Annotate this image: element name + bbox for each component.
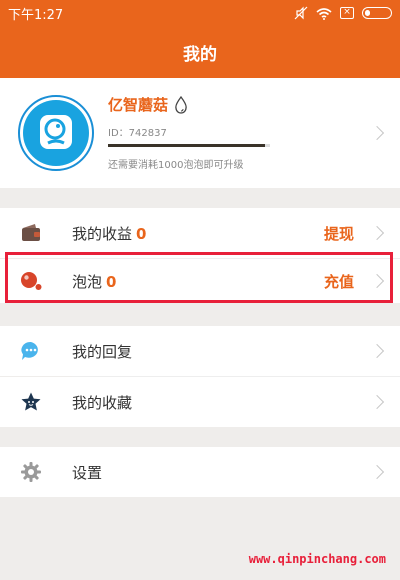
bubbles-count: 0 [106,272,117,291]
chevron-right-icon [369,464,385,480]
avatar[interactable] [18,95,94,171]
chevron-right-icon [369,125,385,141]
earnings-label: 我的收益 [72,224,133,243]
level-drop-icon [175,95,187,114]
level-progress-fill [108,144,266,147]
withdraw-button[interactable]: 提现 [324,223,354,244]
upgrade-hint: 还需要消耗1000泡泡即可升级 [108,160,244,171]
watermark-text: www.qinpinchang.com [248,552,386,566]
menu-item-label: 我的收益 0 [72,223,146,244]
chevron-right-icon [369,343,385,359]
profile-card[interactable]: 亿智蘑菇 ID：742837 还需要消耗1000泡泡即可升级 [0,78,400,188]
gear-icon [21,462,41,482]
settings-label: 设置 [72,463,103,482]
menu-item-replies[interactable]: 我的回复 [0,326,400,376]
chevron-right-icon [369,225,385,241]
title-bar: 我的 [0,26,400,78]
profile-id: ID：742837 [108,128,167,139]
earnings-count: 0 [136,224,147,243]
battery-icon [362,7,392,19]
profile-name-row: 亿智蘑菇 [108,94,188,115]
chevron-right-icon [369,394,385,410]
menu-item-earnings[interactable]: 我的收益 0 提现 [0,208,400,258]
bubble-icon [21,272,42,290]
menu-item-label: 泡泡 0 [72,271,116,292]
chevron-right-icon [369,273,385,289]
replies-label: 我的回复 [72,342,133,361]
status-icons: × [294,6,392,20]
page-title: 我的 [183,44,217,65]
level-progress-bar [108,144,270,147]
star-icon [21,392,41,411]
recharge-button[interactable]: 充值 [324,271,354,292]
chat-bubble-icon [21,341,38,360]
wifi-icon [316,7,332,20]
mute-icon [294,6,308,20]
menu-item-settings[interactable]: 设置 [0,447,400,497]
status-bar: 下午1:27 × [0,0,400,26]
menu-item-favorites[interactable]: 我的收藏 [0,377,400,427]
wallet-icon [22,224,40,241]
status-time: 下午1:27 [8,7,64,23]
profile-name: 亿智蘑菇 [108,96,169,114]
favorites-label: 我的收藏 [72,393,133,412]
menu-item-bubbles[interactable]: 泡泡 0 充值 [0,259,400,303]
sim-x-icon: × [340,7,354,19]
bubbles-label: 泡泡 [72,272,103,291]
